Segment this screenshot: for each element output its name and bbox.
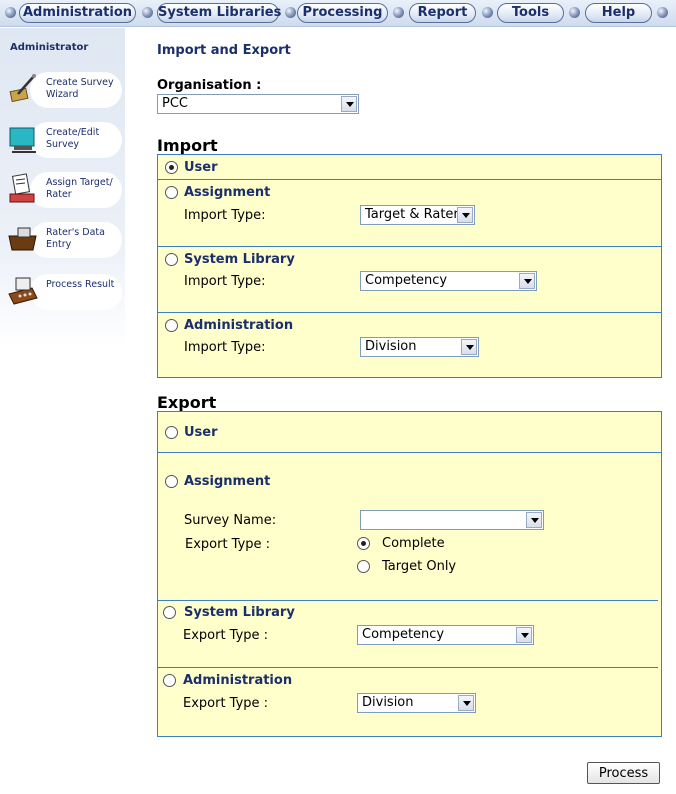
export-heading: Export: [157, 393, 217, 412]
export-user-label: User: [184, 425, 218, 440]
import-system-library-type-select[interactable]: Competency: [360, 271, 537, 291]
sidebar-item-label: Create/Edit Survey: [46, 127, 100, 150]
divider: [157, 246, 662, 247]
export-type-label: Export Type :: [183, 696, 269, 711]
import-type-label: Import Type:: [184, 340, 266, 355]
export-complete-radio[interactable]: [357, 537, 370, 550]
import-type-label: Import Type:: [184, 274, 266, 289]
divider: [157, 452, 662, 453]
sidebar-item-label: Process Result: [46, 279, 115, 290]
import-system-library-type-value: Competency: [365, 273, 448, 288]
export-target-only-radio[interactable]: [357, 560, 370, 573]
import-system-library-radio[interactable]: [165, 253, 178, 266]
sidebar: Administrator Create Survey Wizard Creat…: [0, 28, 125, 348]
nav-bullet-icon: [5, 7, 16, 18]
sidebar-title: Administrator: [10, 42, 89, 53]
sidebar-item-raters-data-entry[interactable]: Rater's Data Entry: [0, 218, 125, 262]
calculator-icon: [8, 277, 38, 305]
assign-papers-icon: [9, 173, 35, 203]
export-administration-type-select[interactable]: Division: [357, 693, 476, 713]
divider: [157, 179, 662, 180]
import-type-label: Import Type:: [184, 208, 266, 223]
divider: [157, 667, 658, 668]
data-entry-icon: [8, 227, 37, 251]
top-navigation-bar: Administration System Libraries Processi…: [0, 0, 676, 27]
export-assignment-radio[interactable]: [165, 475, 178, 488]
export-system-library-label: System Library: [184, 605, 295, 620]
page-title: Import and Export: [157, 43, 291, 58]
export-type-label: Export Type :: [183, 628, 269, 643]
organisation-select[interactable]: PCC: [157, 94, 359, 114]
import-user-radio[interactable]: [165, 161, 178, 174]
import-user-label: User: [184, 160, 218, 175]
import-assignment-radio[interactable]: [165, 186, 178, 199]
export-assignment-label: Assignment: [184, 474, 271, 489]
nav-bullet-icon: [142, 7, 153, 18]
sidebar-item-create-edit-survey[interactable]: Create/Edit Survey: [0, 118, 125, 162]
tab-processing[interactable]: Processing: [297, 3, 388, 23]
tab-tools[interactable]: Tools: [497, 3, 564, 23]
process-button[interactable]: Process: [587, 762, 660, 784]
tab-system-libraries[interactable]: System Libraries: [157, 3, 281, 23]
organisation-label: Organisation :: [157, 78, 262, 93]
export-target-only-label: Target Only: [382, 559, 457, 574]
chevron-down-icon[interactable]: [519, 273, 535, 289]
nav-bullet-icon: [285, 7, 296, 18]
export-type-label: Export Type :: [185, 537, 271, 552]
chevron-down-icon[interactable]: [341, 96, 357, 112]
export-user-radio[interactable]: [165, 426, 178, 439]
chevron-down-icon[interactable]: [457, 207, 473, 223]
sidebar-item-create-survey-wizard[interactable]: Create Survey Wizard: [0, 68, 125, 112]
chevron-down-icon[interactable]: [516, 627, 532, 643]
import-assignment-label: Assignment: [184, 185, 271, 200]
nav-bullet-icon: [569, 7, 580, 18]
export-system-library-type-select[interactable]: Competency: [357, 625, 534, 645]
export-system-library-type-value: Competency: [362, 627, 445, 642]
organisation-value: PCC: [162, 96, 188, 111]
export-administration-label: Administration: [183, 673, 293, 688]
sidebar-item-label: Rater's Data Entry: [46, 227, 105, 250]
tab-administration[interactable]: Administration: [19, 3, 136, 23]
divider: [157, 600, 658, 601]
import-administration-label: Administration: [184, 318, 294, 333]
sidebar-item-assign-target-rater[interactable]: Assign Target/ Rater: [0, 168, 125, 212]
divider: [157, 312, 662, 313]
nav-bullet-icon: [482, 7, 493, 18]
import-administration-radio[interactable]: [165, 319, 178, 332]
nav-bullet-icon: [393, 7, 404, 18]
chevron-down-icon[interactable]: [461, 339, 477, 355]
survey-name-label: Survey Name:: [184, 513, 277, 528]
export-complete-label: Complete: [382, 536, 445, 551]
wizard-pen-icon: [9, 74, 36, 103]
chevron-down-icon[interactable]: [526, 512, 542, 528]
tab-help[interactable]: Help: [585, 3, 652, 23]
import-administration-type-select[interactable]: Division: [360, 337, 479, 357]
sidebar-item-label: Assign Target/ Rater: [46, 177, 113, 200]
export-system-library-radio[interactable]: [163, 606, 176, 619]
import-administration-type-value: Division: [365, 339, 417, 354]
survey-name-select[interactable]: [360, 510, 544, 530]
import-assignment-type-value: Target & Rater: [365, 207, 459, 222]
sidebar-item-process-result[interactable]: Process Result: [0, 270, 125, 314]
sidebar-item-label: Create Survey Wizard: [46, 77, 114, 100]
tab-report[interactable]: Report: [409, 3, 476, 23]
export-administration-type-value: Division: [362, 695, 414, 710]
nav-bullet-icon: [657, 7, 668, 18]
edit-survey-icon: [9, 127, 36, 153]
chevron-down-icon[interactable]: [458, 695, 474, 711]
import-heading: Import: [157, 136, 218, 155]
export-panel: [157, 411, 662, 737]
import-system-library-label: System Library: [184, 252, 295, 267]
export-administration-radio[interactable]: [163, 674, 176, 687]
import-assignment-type-select[interactable]: Target & Rater: [360, 205, 475, 225]
